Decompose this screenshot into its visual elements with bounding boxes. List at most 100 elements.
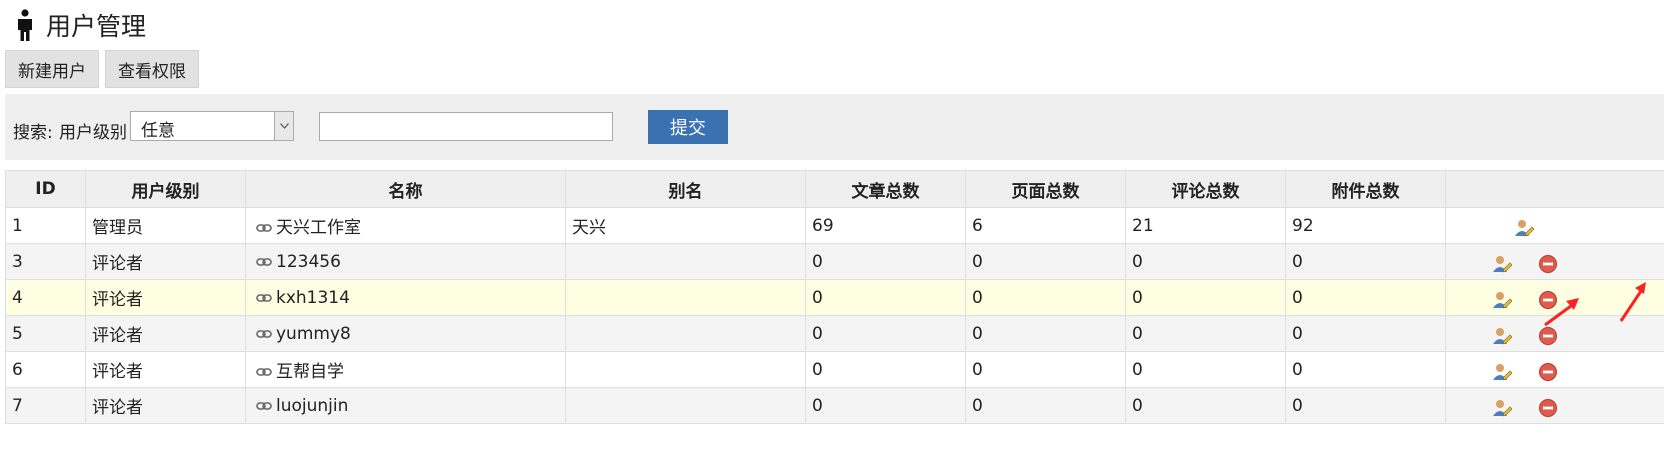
user-name-link[interactable]: kxh1314 — [276, 288, 350, 308]
cell-attachments: 0 — [1285, 387, 1446, 424]
cell-user-level: 评论者 — [85, 243, 246, 280]
cell-alias — [565, 351, 806, 388]
cell-alias: 天兴 — [565, 207, 806, 244]
user-name-link[interactable]: luojunjin — [276, 396, 348, 416]
cell-attachments: 0 — [1285, 315, 1446, 352]
link-icon[interactable] — [256, 401, 272, 411]
new-user-button[interactable]: 新建用户 — [5, 50, 99, 88]
cell-pages: 6 — [965, 207, 1126, 244]
link-icon[interactable] — [256, 329, 272, 339]
user-name-link[interactable]: 123456 — [276, 252, 341, 272]
cell-user-level: 评论者 — [85, 351, 246, 388]
cell-attachments: 92 — [1285, 207, 1446, 244]
cell-articles: 0 — [805, 315, 966, 352]
cell-articles: 0 — [805, 387, 966, 424]
edit-user-icon[interactable] — [1492, 362, 1512, 382]
edit-user-icon[interactable] — [1492, 398, 1512, 418]
users-table: ID 用户级别 名称 别名 文章总数 页面总数 评论总数 附件总数 1 管理员 … — [5, 170, 1664, 424]
cell-id: 5 — [5, 315, 86, 352]
cell-name: 123456 — [245, 243, 566, 280]
user-level-selected-value: 任意 — [141, 121, 175, 141]
column-header-articles[interactable]: 文章总数 — [805, 170, 966, 208]
column-header-actions — [1445, 170, 1664, 208]
cell-attachments: 0 — [1285, 279, 1446, 316]
chevron-down-icon[interactable] — [274, 112, 293, 140]
cell-name: luojunjin — [245, 387, 566, 424]
link-icon[interactable] — [256, 257, 272, 267]
user-level-label: 用户级别 — [59, 123, 127, 143]
cell-id: 3 — [5, 243, 86, 280]
page-header: 用户管理 — [14, 6, 146, 44]
edit-user-icon[interactable] — [1514, 218, 1534, 238]
cell-user-level: 管理员 — [85, 207, 246, 244]
cell-articles: 0 — [805, 279, 966, 316]
link-icon[interactable] — [256, 367, 272, 377]
delete-user-icon[interactable] — [1538, 290, 1558, 310]
cell-comments: 0 — [1125, 243, 1286, 280]
cell-pages: 0 — [965, 387, 1126, 424]
cell-actions — [1445, 351, 1664, 388]
cell-comments: 0 — [1125, 351, 1286, 388]
column-header-alias[interactable]: 别名 — [565, 170, 806, 208]
user-name-link[interactable]: 天兴工作室 — [276, 218, 361, 238]
column-header-comments[interactable]: 评论总数 — [1125, 170, 1286, 208]
column-header-name[interactable]: 名称 — [245, 170, 566, 208]
edit-user-icon[interactable] — [1492, 290, 1512, 310]
table-row: 4 评论者 kxh1314 0 0 0 0 — [5, 279, 1664, 316]
delete-user-icon[interactable] — [1538, 362, 1558, 382]
user-name-link[interactable]: 互帮自学 — [276, 362, 344, 382]
cell-id: 6 — [5, 351, 86, 388]
edit-user-icon[interactable] — [1492, 326, 1512, 346]
cell-comments: 0 — [1125, 315, 1286, 352]
user-name-link[interactable]: yummy8 — [276, 324, 351, 344]
cell-user-level: 评论者 — [85, 279, 246, 316]
cell-alias — [565, 243, 806, 280]
cell-articles: 69 — [805, 207, 966, 244]
cell-alias — [565, 387, 806, 424]
cell-actions — [1445, 279, 1664, 316]
cell-comments: 0 — [1125, 387, 1286, 424]
column-header-user-level[interactable]: 用户级别 — [85, 170, 246, 208]
edit-user-icon[interactable] — [1492, 254, 1512, 274]
cell-alias — [565, 315, 806, 352]
link-icon[interactable] — [256, 223, 272, 233]
cell-name: yummy8 — [245, 315, 566, 352]
cell-name: 天兴工作室 — [245, 207, 566, 244]
table-row: 1 管理员 天兴工作室 天兴 69 6 21 92 — [5, 207, 1664, 244]
search-keyword-input[interactable] — [319, 112, 613, 141]
column-header-attachments[interactable]: 附件总数 — [1285, 170, 1446, 208]
cell-user-level: 评论者 — [85, 315, 246, 352]
cell-attachments: 0 — [1285, 351, 1446, 388]
page-title: 用户管理 — [46, 12, 147, 41]
cell-id: 7 — [5, 387, 86, 424]
link-icon[interactable] — [256, 293, 272, 303]
search-bar: 搜索: 用户级别 任意 提交 — [5, 94, 1664, 160]
cell-alias — [565, 279, 806, 316]
cell-comments: 0 — [1125, 279, 1286, 316]
table-row: 7 评论者 luojunjin 0 0 0 0 — [5, 387, 1664, 424]
column-header-pages[interactable]: 页面总数 — [965, 170, 1126, 208]
table-header-row: ID 用户级别 名称 别名 文章总数 页面总数 评论总数 附件总数 — [5, 170, 1664, 208]
delete-user-icon[interactable] — [1538, 398, 1558, 418]
cell-actions — [1445, 315, 1664, 352]
cell-name: 互帮自学 — [245, 351, 566, 388]
table-row: 5 评论者 yummy8 0 0 0 0 — [5, 315, 1664, 352]
table-row: 3 评论者 123456 0 0 0 0 — [5, 243, 1664, 280]
table-row: 6 评论者 互帮自学 0 0 0 0 — [5, 351, 1664, 388]
cell-comments: 21 — [1125, 207, 1286, 244]
column-header-id[interactable]: ID — [5, 170, 86, 208]
cell-actions — [1445, 207, 1664, 244]
submit-button[interactable]: 提交 — [648, 110, 728, 144]
delete-user-icon[interactable] — [1538, 254, 1558, 274]
cell-pages: 0 — [965, 243, 1126, 280]
user-level-select[interactable]: 任意 — [130, 111, 294, 141]
delete-user-icon[interactable] — [1538, 326, 1558, 346]
search-label: 搜索: — [13, 123, 53, 143]
view-permissions-button[interactable]: 查看权限 — [105, 50, 199, 88]
cell-actions — [1445, 243, 1664, 280]
cell-articles: 0 — [805, 243, 966, 280]
cell-articles: 0 — [805, 351, 966, 388]
cell-actions — [1445, 387, 1664, 424]
cell-pages: 0 — [965, 351, 1126, 388]
toolbar: 新建用户 查看权限 — [5, 50, 199, 88]
